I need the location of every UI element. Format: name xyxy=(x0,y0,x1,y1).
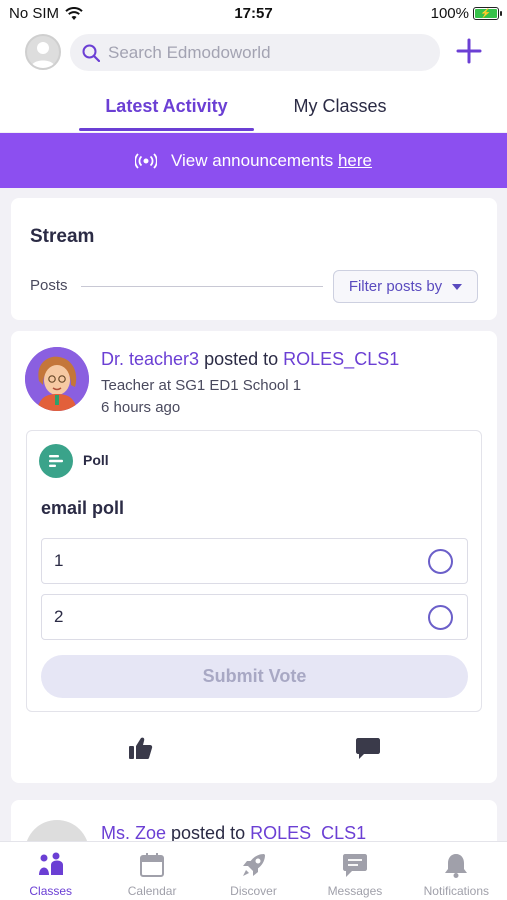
bottom-navigation: Classes Calendar Discover Messages Notif… xyxy=(0,841,507,900)
classes-icon xyxy=(38,852,63,875)
nav-label: Classes xyxy=(29,884,73,898)
filter-label: Filter posts by xyxy=(348,278,443,295)
broadcast-icon xyxy=(134,152,157,169)
battery-status: 100% ⚡ xyxy=(430,5,502,22)
banner-text: View announcements xyxy=(170,150,334,170)
nav-classes[interactable]: Classes xyxy=(0,842,101,900)
nav-label: Discover xyxy=(230,884,277,898)
search-bar[interactable] xyxy=(70,34,440,71)
radio-button[interactable] xyxy=(428,605,453,630)
posts-label: Posts xyxy=(30,277,68,294)
top-bar xyxy=(0,28,507,78)
post-time: 6 hours ago xyxy=(101,399,181,416)
calendar-icon xyxy=(140,853,165,877)
author-avatar[interactable] xyxy=(25,347,89,411)
rocket-icon xyxy=(242,854,265,876)
tab-latest-activity[interactable]: Latest Activity xyxy=(79,96,254,117)
post-verb: posted to xyxy=(171,823,246,843)
search-input[interactable] xyxy=(108,42,428,63)
poll-icon xyxy=(39,444,73,478)
nav-label: Messages xyxy=(327,884,383,898)
nav-discover[interactable]: Discover xyxy=(203,842,304,900)
battery-icon: ⚡ xyxy=(473,7,502,20)
stream-title: Stream xyxy=(30,226,95,247)
create-button[interactable] xyxy=(454,36,484,66)
profile-avatar[interactable] xyxy=(25,34,61,70)
author-link[interactable]: Ms. Zoe xyxy=(101,823,166,843)
poll-label: Poll xyxy=(83,452,109,468)
poll-option[interactable]: 2 xyxy=(41,594,468,640)
nav-calendar[interactable]: Calendar xyxy=(101,842,202,900)
chevron-down-icon xyxy=(452,283,463,290)
stream-card: Stream Posts Filter posts by xyxy=(11,198,497,320)
radio-button[interactable] xyxy=(428,549,453,574)
bell-icon xyxy=(445,854,468,878)
nav-label: Calendar xyxy=(127,884,177,898)
nav-notifications[interactable]: Notifications xyxy=(406,842,507,900)
search-icon xyxy=(82,44,100,62)
poll-question: email poll xyxy=(41,498,125,518)
post-meta: Teacher at SG1 ED1 School 1 6 hours ago xyxy=(101,375,301,419)
tab-my-classes[interactable]: My Classes xyxy=(275,96,405,117)
active-tab-indicator xyxy=(79,128,254,131)
submit-vote-button[interactable]: Submit Vote xyxy=(41,655,468,698)
nav-label: Notifications xyxy=(423,884,490,898)
divider xyxy=(81,286,323,287)
user-icon xyxy=(31,42,55,68)
thumbs-up-icon[interactable] xyxy=(127,735,153,761)
poll: Poll email poll 1 2 Submit Vote xyxy=(26,430,482,712)
author-subtitle: Teacher at SG1 ED1 School 1 xyxy=(101,377,302,394)
announcements-banner: View announcements here xyxy=(0,133,507,188)
post-header: Dr. teacher3 posted to ROLES_CLS1 xyxy=(101,349,399,370)
poll-option-label: 2 xyxy=(54,607,64,626)
tab-bar: Latest Activity My Classes xyxy=(0,78,507,132)
plus-icon xyxy=(456,38,482,64)
comment-icon[interactable] xyxy=(355,735,381,761)
poll-option-label: 1 xyxy=(54,551,64,570)
post-verb: posted to xyxy=(204,349,279,369)
teacher-avatar-icon xyxy=(25,347,89,411)
post-card: Dr. teacher3 posted to ROLES_CLS1 Teache… xyxy=(11,331,497,783)
nav-messages[interactable]: Messages xyxy=(304,842,405,900)
class-link[interactable]: ROLES_CLS1 xyxy=(250,823,366,843)
announcements-link[interactable]: here xyxy=(338,151,372,170)
poll-option[interactable]: 1 xyxy=(41,538,468,584)
class-link[interactable]: ROLES_CLS1 xyxy=(283,349,399,369)
chat-icon xyxy=(342,854,367,877)
battery-percent: 100% xyxy=(430,5,469,22)
filter-posts-dropdown[interactable]: Filter posts by xyxy=(333,270,478,303)
author-link[interactable]: Dr. teacher3 xyxy=(101,349,199,369)
status-bar: No SIM 17:57 100% ⚡ xyxy=(0,0,507,28)
